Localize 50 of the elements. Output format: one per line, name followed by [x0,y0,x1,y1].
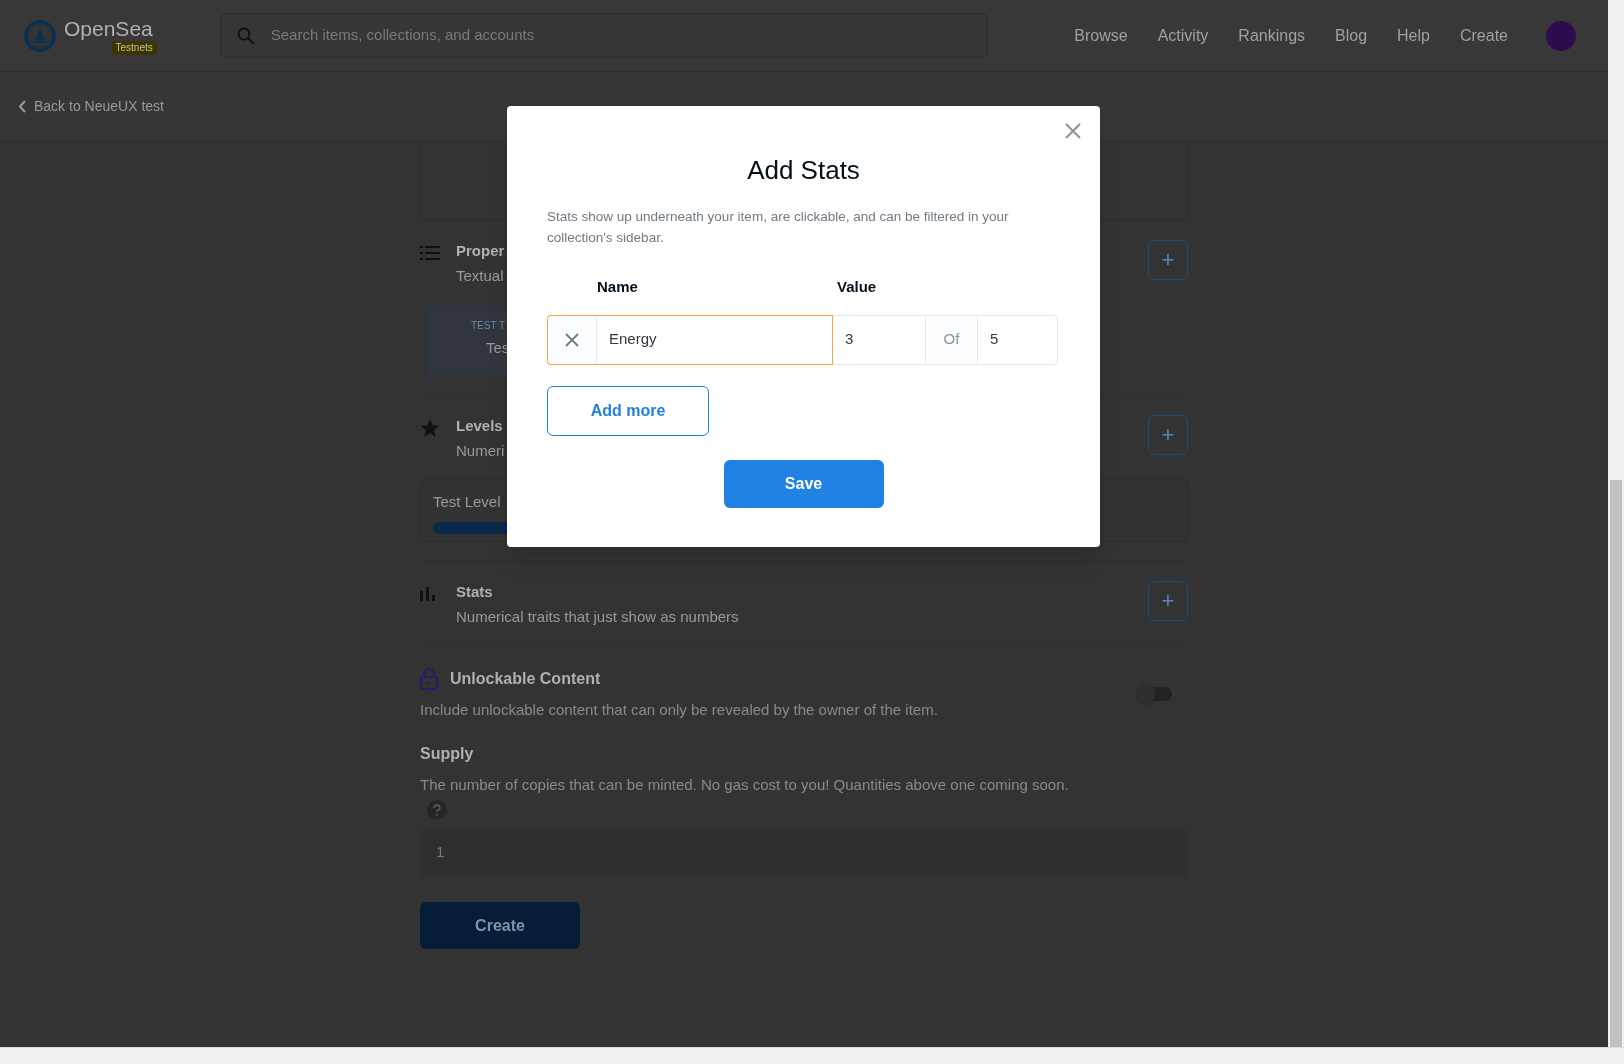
back-link[interactable]: Back to NeueUX test [18,96,164,117]
section-subtitle: Numeri [456,440,505,461]
level-name: Test Level [433,492,502,512]
add-button[interactable]: + [1148,240,1188,280]
vertical-scrollbar[interactable] [1608,0,1624,1047]
nav-link[interactable]: Browse [1074,23,1128,48]
unlockable-description: Include unlockable content that can only be revealed by the owner of the item. [420,700,939,720]
nav-link[interactable]: Create [1459,23,1508,48]
add-more-button[interactable]: Add more [547,385,709,436]
name-input[interactable]: Energy [596,314,833,365]
add-button[interactable]: + [1148,415,1188,455]
create-button[interactable]: Create [420,902,580,949]
close-icon [1065,123,1081,139]
help-icon [427,800,447,820]
dialog-description: Stats show up underneath your item, are clickable, and can be filtered in your collection's sidebar. [547,208,1010,247]
max-value-input[interactable]: 5 [977,314,1058,365]
nav-link[interactable]: Help [1397,23,1430,48]
nav-link[interactable]: Rankings [1238,23,1306,48]
avatar[interactable] [1546,20,1576,51]
padlock-icon [420,668,438,690]
property-type: TEST T [471,319,507,333]
bar-chart-icon [420,587,436,601]
dialog-title: Add Stats [747,154,860,186]
logo-icon [24,19,56,52]
supply-field[interactable]: 1 [420,828,1188,877]
supply-title: Supply [420,743,475,764]
of-label: Of [926,314,977,365]
testnets-badge: Testnets [111,40,157,55]
horizontal-scrollbar[interactable] [0,1047,1624,1064]
section-subtitle: Numerical traits that just show as numbers [456,606,739,627]
save-button[interactable]: Save [723,459,884,508]
section-title: Proper [456,241,505,261]
unlockable-title: Unlockable Content [450,669,601,689]
search-field[interactable]: Search items, collections, and accounts [219,13,988,58]
column-header: Value [837,277,877,297]
section-title: Levels [456,416,504,436]
add-button[interactable]: + [1148,581,1188,621]
supply-description: The number of copies that can be minted. No gas cost to you! Quantities above one coming soon. [420,774,1070,795]
section-title: Stats [456,582,494,602]
nav-link[interactable]: Blog [1335,23,1368,48]
remove-row-button[interactable] [547,314,596,365]
logo-text[interactable]: OpenSea [64,16,153,41]
chevron-left-icon [18,100,26,113]
list-icon [420,246,440,260]
section-subtitle: Textual [456,265,505,286]
star-icon [420,419,440,438]
column-header: Name [597,277,639,297]
close-icon [565,332,579,347]
nav-link[interactable]: Activity [1157,23,1209,48]
search-icon [236,26,255,45]
